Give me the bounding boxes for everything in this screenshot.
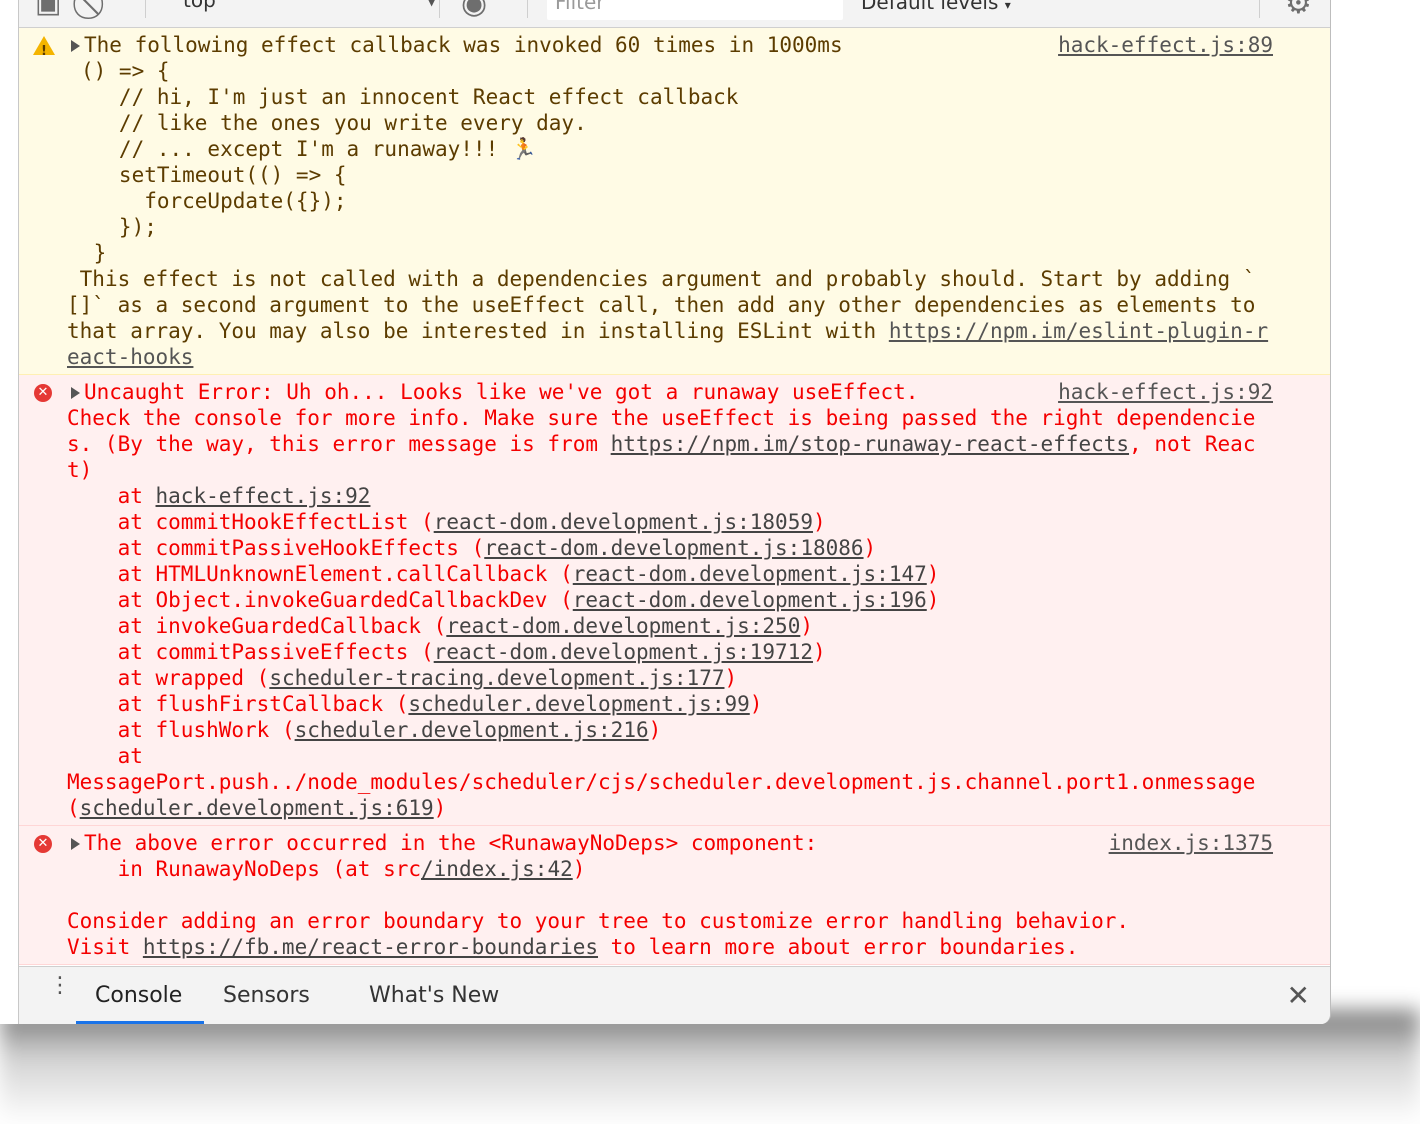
warning-advice: This effect is not called with a depende… <box>67 266 1273 370</box>
stack-frame-location[interactable]: react-dom.development.js:147 <box>573 562 927 586</box>
chevron-down-icon: ▼ <box>427 0 437 8</box>
eye-icon[interactable]: ◉ <box>461 0 487 21</box>
component-stack-line: in RunawayNoDeps (at src/index.js:42) <box>67 856 1273 882</box>
log-levels-label: Default levels <box>861 0 999 14</box>
stack-frame-function: flushFirstCallback <box>155 692 384 716</box>
stack-frame-location[interactable]: react-dom.development.js:196 <box>573 588 927 612</box>
console-warning-message: ! hack-effect.js:89 The following effect… <box>19 28 1330 375</box>
warning-icon: ! <box>33 36 55 59</box>
stack-frame: at wrapped (scheduler-tracing.developmen… <box>67 666 738 690</box>
stack-frame-location[interactable]: react-dom.development.js:18059 <box>434 510 813 534</box>
active-tab-indicator <box>76 1021 204 1024</box>
stack-frame-location[interactable]: scheduler-tracing.development.js:177 <box>269 666 724 690</box>
stack-frame-location[interactable]: scheduler.development.js:216 <box>295 718 649 742</box>
stack-frame-location[interactable]: hack-effect.js:92 <box>156 484 371 508</box>
stack-frame-location[interactable]: scheduler.development.js:619 <box>80 796 434 820</box>
stack-frame-location[interactable]: scheduler.development.js:99 <box>408 692 749 716</box>
message-source-link[interactable]: hack-effect.js:89 <box>1058 32 1273 58</box>
toolbar-divider <box>527 0 528 18</box>
visit-suffix: to learn more about error boundaries. <box>598 935 1079 959</box>
console-toolbar: ▣ ⃠ top ▼ ◉ Filter Default levels ▾ ⚙ <box>19 0 1330 28</box>
close-drawer-icon[interactable]: ✕ <box>1287 979 1310 1012</box>
stack-frame: at <box>67 743 1273 769</box>
error-boundary-visit: Visit https://fb.me/react-error-boundari… <box>67 934 1273 960</box>
code-line: // ... except I'm a runaway!!! 🏃 <box>81 137 538 161</box>
message-source-link[interactable]: index.js:1375 <box>1109 830 1273 856</box>
code-line: // hi, I'm just an innocent React effect… <box>81 85 739 109</box>
stack-frame: MessagePort.push../node_modules/schedule… <box>67 770 1269 820</box>
error-header-text: The above error occurred in the <Runaway… <box>84 831 818 855</box>
component-source-link[interactable]: /index.js:42 <box>421 857 573 881</box>
expand-triangle-icon[interactable] <box>71 838 80 850</box>
visit-prefix: Visit <box>67 935 143 959</box>
warning-code-block: () => { // hi, I'm just an innocent Reac… <box>81 58 1273 266</box>
stack-frame: at invokeGuardedCallback (react-dom.deve… <box>67 614 813 638</box>
stack-frame: at commitPassiveHookEffects (react-dom.d… <box>67 536 877 560</box>
error-header-text: Uncaught Error: Uh oh... Looks like we'v… <box>84 380 919 404</box>
error-boundary-advice: Consider adding an error boundary to you… <box>67 909 1130 933</box>
console-output: ! hack-effect.js:89 The following effect… <box>19 28 1330 966</box>
stack-frame-function: Object.invokeGuardedCallbackDev <box>155 588 548 612</box>
console-error-message: ✕ hack-effect.js:92 Uncaught Error: Uh o… <box>19 375 1330 826</box>
message-source-link[interactable]: hack-effect.js:92 <box>1058 379 1273 405</box>
tab-console[interactable]: Console <box>95 983 182 1008</box>
drawer-tabbar: ⋮ Console Sensors What's New ✕ <box>19 966 1330 1024</box>
tab-sensors[interactable]: Sensors <box>223 983 310 1008</box>
log-levels-dropdown[interactable]: Default levels ▾ <box>861 0 1011 14</box>
tab-whats-new[interactable]: What's New <box>369 983 499 1008</box>
code-line: }); <box>81 215 157 239</box>
stack-frame: at flushFirstCallback (scheduler.develop… <box>67 692 763 716</box>
code-line: forceUpdate({}); <box>81 189 347 213</box>
component-stack-suffix: ) <box>572 857 586 881</box>
stack-frame: at commitHookEffectList (react-dom.devel… <box>67 510 826 534</box>
code-line: // like the ones you write every day. <box>81 111 587 135</box>
stack-frame: at flushWork (scheduler.development.js:2… <box>67 718 662 742</box>
error-body: Check the console for more info. Make su… <box>67 405 1273 483</box>
stop-runaway-link[interactable]: https://npm.im/stop-runaway-react-effect… <box>611 432 1129 456</box>
stack-frame: at commitPassiveEffects (react-dom.devel… <box>67 640 826 664</box>
stack-frame: at hack-effect.js:92 <box>67 484 371 508</box>
devtools-window: ▣ ⃠ top ▼ ◉ Filter Default levels ▾ ⚙ ! … <box>0 0 1331 1024</box>
stack-frame-function: wrapped <box>155 666 245 690</box>
error-icon: ✕ <box>34 835 52 853</box>
error-header[interactable]: The above error occurred in the <Runaway… <box>67 830 1273 856</box>
window-shadow <box>0 1010 1420 1124</box>
stack-frame-function: commitHookEffectList <box>155 510 409 534</box>
error-icon: ✕ <box>34 384 52 402</box>
filter-placeholder: Filter <box>555 0 605 14</box>
code-line: } <box>81 241 107 265</box>
chevron-down-icon: ▾ <box>1004 0 1011 12</box>
stack-frame-at: at <box>117 744 143 768</box>
stack-frame-function: invokeGuardedCallback <box>155 614 422 638</box>
stack-frame: at HTMLUnknownElement.callCallback (reac… <box>67 562 940 586</box>
console-error-message: ✕ index.js:1375 The above error occurred… <box>19 826 1330 965</box>
gear-icon[interactable]: ⚙ <box>1285 0 1312 21</box>
stack-frame: at Object.invokeGuardedCallbackDev (reac… <box>67 588 940 612</box>
code-line: setTimeout(() => { <box>81 163 347 187</box>
sidebar-toggle-icon[interactable]: ▣ <box>35 0 61 19</box>
stack-frame-location[interactable]: react-dom.development.js:250 <box>446 614 800 638</box>
error-boundaries-link[interactable]: https://fb.me/react-error-boundaries <box>143 935 598 959</box>
stack-frame-function: HTMLUnknownElement.callCallback <box>155 562 548 586</box>
toolbar-divider <box>145 0 146 18</box>
more-tabs-icon[interactable]: ⋮ <box>49 975 71 997</box>
expand-triangle-icon[interactable] <box>71 387 80 399</box>
expand-triangle-icon[interactable] <box>71 40 80 52</box>
filter-input[interactable]: Filter <box>547 0 843 20</box>
stack-frame-location[interactable]: react-dom.development.js:19712 <box>434 640 813 664</box>
warning-header-text: The following effect callback was invoke… <box>84 33 843 57</box>
stack-frame-function: commitPassiveEffects <box>155 640 409 664</box>
stack-frame-function: MessagePort.push../node_modules/schedule… <box>67 770 1269 794</box>
stack-trace: at hack-effect.js:92 at commitHookEffect… <box>67 483 1273 821</box>
context-selector[interactable]: top <box>183 0 216 12</box>
stack-frame-function: commitPassiveHookEffects <box>155 536 459 560</box>
component-stack-text: in RunawayNoDeps (at src <box>67 857 422 881</box>
toolbar-divider <box>1259 0 1260 18</box>
stack-frame-location[interactable]: react-dom.development.js:18086 <box>484 536 863 560</box>
code-line: () => { <box>81 59 170 83</box>
stack-frame-function: flushWork <box>155 718 270 742</box>
toolbar-divider <box>439 0 440 18</box>
